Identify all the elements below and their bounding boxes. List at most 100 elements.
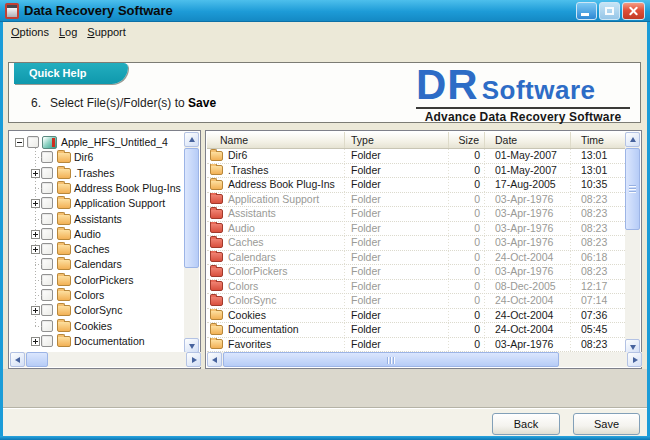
- file-row[interactable]: AssistantsFolder003-Apr-197608:23: [207, 207, 627, 222]
- tree-root-checkbox[interactable]: [27, 136, 39, 148]
- file-date: 01-May-2007: [485, 164, 571, 178]
- file-row[interactable]: AudioFolder003-Apr-197608:23: [207, 222, 627, 237]
- tree-item-checkbox[interactable]: [41, 335, 53, 347]
- tree-connector: [35, 219, 44, 220]
- scrollbar-thumb[interactable]: [625, 148, 640, 230]
- expand-toggle-icon[interactable]: [31, 230, 40, 239]
- file-date: 24-Oct-2004: [485, 251, 571, 265]
- folder-icon: [210, 151, 223, 161]
- window-border-left: [0, 22, 3, 440]
- menu-options[interactable]: Options: [8, 24, 52, 40]
- tree-item-label[interactable]: Assistants: [74, 212, 122, 227]
- file-time: 06:18: [571, 251, 627, 265]
- file-row[interactable]: CachesFolder003-Apr-197608:23: [207, 236, 627, 251]
- tree-item-label[interactable]: Address Book Plug-Ins: [74, 181, 181, 196]
- tree-item-checkbox[interactable]: [41, 304, 53, 316]
- scroll-left-button[interactable]: [207, 352, 222, 367]
- scroll-left-button[interactable]: [10, 352, 25, 367]
- menu-support[interactable]: Support: [84, 24, 129, 40]
- file-row[interactable]: ColorsFolder008-Dec-200512:17: [207, 280, 627, 295]
- window-title: Data Recovery Software: [24, 0, 173, 21]
- file-row[interactable]: DocumentationFolder024-Oct-200405:45: [207, 323, 627, 338]
- maximize-button[interactable]: [599, 2, 620, 20]
- expand-toggle-icon[interactable]: [31, 306, 40, 315]
- file-row[interactable]: CalendarsFolder024-Oct-200406:18: [207, 251, 627, 266]
- scrollbar-thumb[interactable]: [184, 148, 199, 268]
- file-type: Folder: [345, 323, 449, 337]
- file-row[interactable]: .TrashesFolder001-May-200713:01: [207, 164, 627, 179]
- file-name: Caches: [228, 236, 264, 250]
- file-row[interactable]: CookiesFolder024-Oct-200407:36: [207, 309, 627, 324]
- column-header-type[interactable]: Type: [345, 132, 449, 148]
- file-row[interactable]: ColorPickersFolder003-Apr-197608:23: [207, 265, 627, 280]
- folder-icon: [57, 214, 71, 225]
- tree-item-label[interactable]: Dir6: [74, 150, 93, 165]
- file-row[interactable]: Dir6Folder001-May-200713:01: [207, 149, 627, 164]
- tree-item-label[interactable]: Audio: [74, 227, 101, 242]
- tree-vertical-scrollbar[interactable]: [184, 132, 199, 353]
- tree-item-checkbox[interactable]: [41, 197, 53, 209]
- file-date: 08-Dec-2005: [485, 280, 571, 294]
- scrollbar-thumb[interactable]: [26, 352, 48, 367]
- tree-item-label[interactable]: ColorPickers: [74, 273, 134, 288]
- tree-root-label: Apple_HFS_Untitled_4: [61, 135, 168, 150]
- file-name: Audio: [228, 222, 255, 236]
- column-header-time[interactable]: Time: [571, 132, 627, 148]
- deleted-folder-icon: [210, 296, 223, 306]
- scroll-down-button[interactable]: [184, 338, 199, 353]
- scroll-up-button[interactable]: [184, 132, 199, 147]
- tree-item-checkbox[interactable]: [41, 167, 53, 179]
- tree-item-label[interactable]: Calendars: [74, 257, 122, 272]
- column-header-date[interactable]: Date: [485, 132, 571, 148]
- tree-horizontal-scrollbar[interactable]: [10, 352, 201, 367]
- back-button[interactable]: Back: [492, 413, 560, 435]
- list-vertical-scrollbar[interactable]: [625, 132, 640, 354]
- file-row[interactable]: Address Book Plug-InsFolder017-Aug-20051…: [207, 178, 627, 193]
- file-size: 0: [449, 236, 485, 250]
- expand-toggle-icon[interactable]: [31, 199, 40, 208]
- footer-bar: Back Save: [3, 408, 647, 436]
- tree-item-checkbox[interactable]: [41, 228, 53, 240]
- close-button[interactable]: [622, 2, 645, 20]
- scroll-right-button[interactable]: [186, 352, 201, 367]
- column-header-name[interactable]: Name: [207, 132, 345, 148]
- file-date: 24-Oct-2004: [485, 294, 571, 308]
- file-time: 13:01: [571, 164, 627, 178]
- tree-item-label[interactable]: .Trashes: [74, 166, 114, 181]
- folder-icon: [57, 229, 71, 240]
- scroll-right-button[interactable]: [627, 352, 642, 367]
- tree-item-label[interactable]: Documentation: [74, 334, 145, 349]
- minimize-button[interactable]: [576, 2, 597, 20]
- tree-item-label[interactable]: Cookies: [74, 319, 112, 334]
- file-row[interactable]: ColorSyncFolder024-Oct-200407:14: [207, 294, 627, 309]
- file-date: 03-Apr-1976: [485, 207, 571, 221]
- file-row[interactable]: FavoritesFolder003-Apr-197608:23: [207, 338, 627, 353]
- column-header-size[interactable]: Size: [449, 132, 485, 148]
- expand-toggle-icon[interactable]: [31, 245, 40, 254]
- file-date: 03-Apr-1976: [485, 338, 571, 352]
- file-date: 01-May-2007: [485, 149, 571, 163]
- scrollbar-thumb[interactable]: [223, 352, 559, 367]
- expand-toggle-icon[interactable]: [31, 169, 40, 178]
- folder-icon: [57, 336, 71, 347]
- tree-item-label[interactable]: ColorSync: [74, 303, 122, 318]
- list-horizontal-scrollbar[interactable]: [207, 352, 642, 367]
- file-size: 0: [449, 294, 485, 308]
- collapse-toggle-icon[interactable]: [15, 138, 24, 147]
- tree-item-checkbox[interactable]: [41, 243, 53, 255]
- file-time: 08:23: [571, 222, 627, 236]
- tree-item-label[interactable]: Caches: [74, 242, 110, 257]
- scroll-up-button[interactable]: [625, 132, 640, 147]
- save-button[interactable]: Save: [573, 413, 640, 435]
- lower-background: [3, 369, 647, 407]
- folder-icon: [57, 275, 71, 286]
- file-name: ColorSync: [228, 294, 276, 308]
- tree-item-label[interactable]: Application Support: [74, 196, 165, 211]
- scrollbar-grip: [629, 185, 636, 193]
- menu-log[interactable]: Log: [56, 24, 80, 40]
- data-recovery-window: { "titlebar": { "title": "Data Recovery …: [0, 0, 650, 440]
- folder-tree: Apple_HFS_Untitled_4Dir6.TrashesAddress …: [10, 132, 185, 353]
- tree-item-label[interactable]: Colors: [74, 288, 104, 303]
- file-row[interactable]: Application SupportFolder003-Apr-197608:…: [207, 193, 627, 208]
- expand-toggle-icon[interactable]: [31, 337, 40, 346]
